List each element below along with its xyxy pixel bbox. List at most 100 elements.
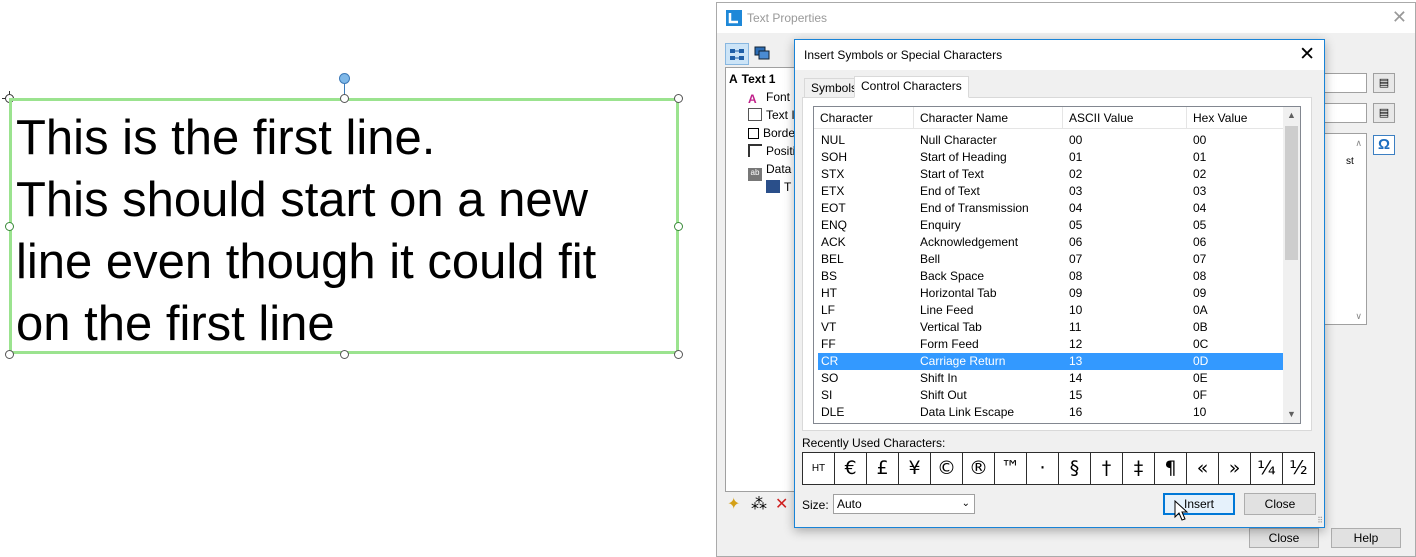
recently-used-label: Recently Used Characters: bbox=[802, 436, 946, 450]
browse-button-1[interactable]: ▤ bbox=[1373, 73, 1395, 93]
cell-character-name: Start of Text bbox=[920, 167, 984, 181]
recent-character-button[interactable]: ¶ bbox=[1154, 452, 1187, 485]
drawing-canvas[interactable]: This is the first line. This should star… bbox=[0, 0, 712, 557]
list-row[interactable]: BEL Bell 07 07 bbox=[818, 251, 1285, 268]
resize-handle-top-right[interactable] bbox=[674, 94, 683, 103]
tree-item-position[interactable]: Positi bbox=[748, 144, 794, 158]
column-header-character-name[interactable]: Character Name bbox=[914, 107, 1063, 129]
resize-handle-top-middle[interactable] bbox=[340, 94, 349, 103]
list-row[interactable]: EOT End of Transmission 04 04 bbox=[818, 200, 1285, 217]
layers-view-button[interactable] bbox=[751, 43, 775, 65]
cell-ascii-value: 05 bbox=[1069, 218, 1083, 232]
recent-character-button[interactable]: ¼ bbox=[1250, 452, 1283, 485]
control-characters-panel: Character Character Name ASCII Value Hex… bbox=[802, 97, 1312, 431]
text-a-icon: A bbox=[729, 72, 738, 86]
scroll-down-icon[interactable]: ▼ bbox=[1283, 406, 1300, 423]
resize-handle-middle-left[interactable] bbox=[5, 222, 14, 231]
size-select[interactable]: Auto ⌄ bbox=[833, 494, 975, 514]
tab-control-characters[interactable]: Control Characters bbox=[854, 76, 969, 98]
text-edit-area[interactable]: st ∧ ∨ bbox=[1323, 133, 1367, 325]
resize-grip-icon[interactable]: ⠿ bbox=[1317, 516, 1323, 525]
cell-ascii-value: 14 bbox=[1069, 371, 1083, 385]
tree-item-text[interactable]: Text I bbox=[748, 108, 794, 122]
scroll-up-icon[interactable]: ▲ bbox=[1283, 107, 1300, 124]
tree-item-data-source[interactable]: T bbox=[766, 180, 791, 194]
control-characters-list[interactable]: Character Character Name ASCII Value Hex… bbox=[813, 106, 1301, 424]
border-icon bbox=[748, 128, 759, 139]
column-header-ascii-value[interactable]: ASCII Value bbox=[1063, 107, 1187, 129]
recent-character-button[interactable]: © bbox=[930, 452, 963, 485]
tree-item-data[interactable]: ab Data bbox=[748, 162, 791, 181]
list-row[interactable]: BS Back Space 08 08 bbox=[818, 268, 1285, 285]
text-object[interactable]: This is the first line. This should star… bbox=[9, 98, 679, 354]
recent-character-button[interactable]: § bbox=[1058, 452, 1091, 485]
list-row[interactable]: STX Start of Text 02 02 bbox=[818, 166, 1285, 183]
recent-character-button[interactable]: · bbox=[1026, 452, 1059, 485]
list-row[interactable]: CR Carriage Return 13 0D bbox=[818, 353, 1285, 370]
properties-tree[interactable]: A Text 1 A Font Text I Borde Positi ab Data… bbox=[725, 67, 795, 492]
rotate-handle[interactable] bbox=[339, 73, 350, 84]
delete-icon[interactable]: ✕ bbox=[775, 494, 788, 514]
recent-character-button[interactable]: ¥ bbox=[898, 452, 931, 485]
list-row[interactable]: SI Shift Out 15 0F bbox=[818, 387, 1285, 404]
recent-character-button[interactable]: « bbox=[1186, 452, 1219, 485]
recent-character-button[interactable]: ® bbox=[962, 452, 995, 485]
recent-character-button[interactable]: € bbox=[834, 452, 867, 485]
recent-character-button[interactable]: ‡ bbox=[1122, 452, 1155, 485]
vertical-scrollbar[interactable]: ▲ ▼ bbox=[1283, 107, 1300, 423]
recent-character-button[interactable]: » bbox=[1218, 452, 1251, 485]
browse-button-2[interactable]: ▤ bbox=[1373, 103, 1395, 123]
cell-character-name: Bell bbox=[920, 252, 941, 266]
cell-hex-value: 03 bbox=[1193, 184, 1207, 198]
cell-hex-value: 10 bbox=[1193, 405, 1207, 419]
recent-character-button[interactable]: ½ bbox=[1282, 452, 1315, 485]
help-button[interactable]: Help bbox=[1331, 528, 1401, 548]
cell-character: VT bbox=[821, 320, 837, 334]
new-item-icon[interactable]: ✦ bbox=[727, 494, 740, 514]
scroll-up-icon[interactable]: ∧ bbox=[1355, 138, 1362, 149]
column-header-character[interactable]: Character bbox=[814, 107, 914, 129]
resize-handle-middle-right[interactable] bbox=[674, 222, 683, 231]
resize-handle-bottom-left[interactable] bbox=[5, 350, 14, 359]
column-header-hex-value[interactable]: Hex Value bbox=[1187, 107, 1285, 129]
resize-handle-bottom-right[interactable] bbox=[674, 350, 683, 359]
list-row[interactable]: HT Horizontal Tab 09 09 bbox=[818, 285, 1285, 302]
cell-character-name: Data Link Escape bbox=[920, 405, 1015, 419]
close-button[interactable]: Close bbox=[1249, 528, 1319, 548]
recent-character-button[interactable]: † bbox=[1090, 452, 1123, 485]
tree-item-border[interactable]: Borde bbox=[748, 126, 794, 140]
close-button[interactable]: Close bbox=[1244, 493, 1316, 515]
close-icon[interactable]: ✕ bbox=[1299, 43, 1315, 66]
cell-hex-value: 05 bbox=[1193, 218, 1207, 232]
list-row[interactable]: ETX End of Text 03 03 bbox=[818, 183, 1285, 200]
cell-ascii-value: 09 bbox=[1069, 286, 1083, 300]
recent-character-button[interactable]: HT bbox=[802, 452, 835, 485]
insert-symbol-omega-icon[interactable]: Ω bbox=[1373, 135, 1395, 155]
recent-character-button[interactable]: £ bbox=[866, 452, 899, 485]
property-field-2[interactable] bbox=[1323, 103, 1367, 123]
scroll-down-icon[interactable]: ∨ bbox=[1355, 311, 1362, 322]
property-field-1[interactable] bbox=[1323, 73, 1367, 93]
list-row[interactable]: SO Shift In 14 0E bbox=[818, 370, 1285, 387]
magic-wand-icon[interactable]: ⁂ bbox=[751, 494, 767, 514]
tree-root-text[interactable]: A Text 1 bbox=[729, 72, 775, 86]
list-row[interactable]: SOH Start of Heading 01 01 bbox=[818, 149, 1285, 166]
properties-view-button[interactable] bbox=[725, 43, 749, 65]
cell-character-name: Shift In bbox=[920, 371, 958, 385]
cell-character-name: Null Character bbox=[920, 133, 997, 147]
cell-character: BEL bbox=[821, 252, 844, 266]
list-row[interactable]: FF Form Feed 12 0C bbox=[818, 336, 1285, 353]
list-row[interactable]: ACK Acknowledgement 06 06 bbox=[818, 234, 1285, 251]
close-icon[interactable]: ✕ bbox=[1392, 7, 1407, 28]
cell-character-name: Acknowledgement bbox=[920, 235, 1019, 249]
recent-character-button[interactable]: ™ bbox=[994, 452, 1027, 485]
list-row[interactable]: DLE Data Link Escape 16 10 bbox=[818, 404, 1285, 421]
list-row[interactable]: LF Line Feed 10 0A bbox=[818, 302, 1285, 319]
list-row[interactable]: NUL Null Character 00 00 bbox=[818, 132, 1285, 149]
cell-hex-value: 0F bbox=[1193, 388, 1208, 402]
scroll-thumb[interactable] bbox=[1285, 126, 1298, 260]
resize-handle-bottom-middle[interactable] bbox=[340, 350, 349, 359]
tree-item-font[interactable]: A Font bbox=[748, 90, 790, 106]
list-row[interactable]: VT Vertical Tab 11 0B bbox=[818, 319, 1285, 336]
list-row[interactable]: ENQ Enquiry 05 05 bbox=[818, 217, 1285, 234]
